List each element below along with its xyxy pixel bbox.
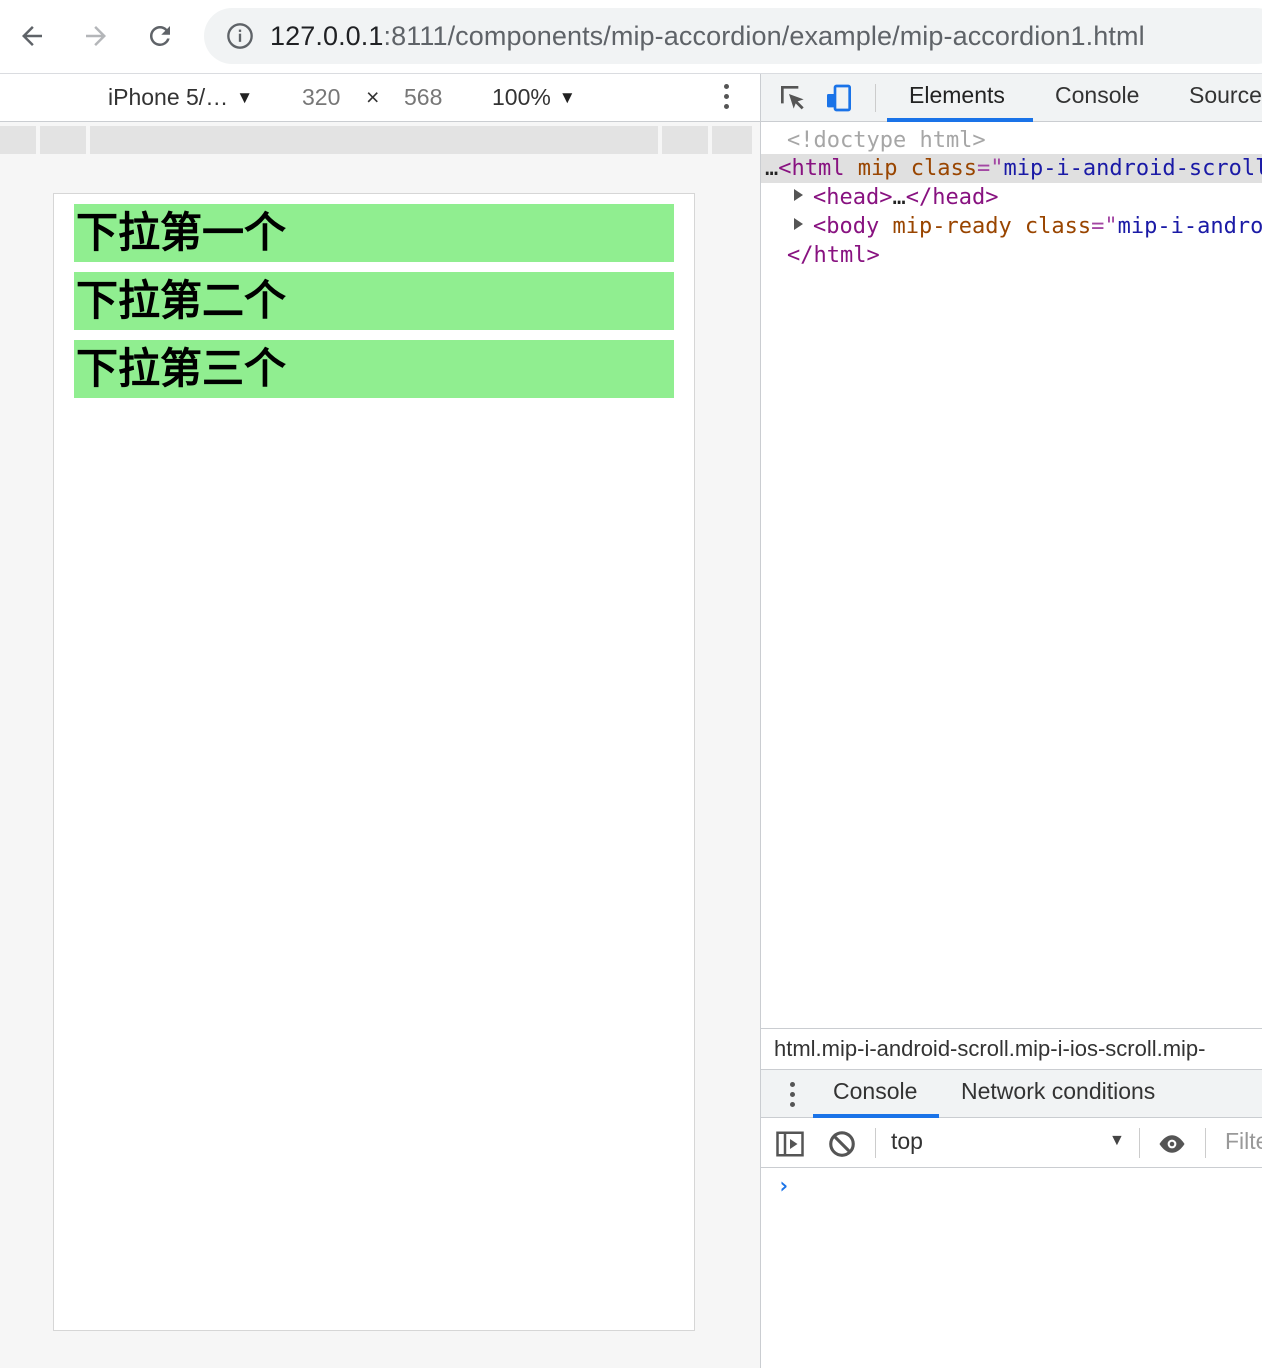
arrow-right-icon <box>86 26 106 46</box>
live-expression-eye-icon[interactable] <box>1157 1129 1187 1159</box>
ruler-segment[interactable] <box>662 126 708 154</box>
device-screen: 下拉第一个 下拉第二个 下拉第三个 <box>53 193 695 1331</box>
html-attr-eq: =" <box>976 156 1004 181</box>
body-attr-class: class <box>1011 214 1092 239</box>
node-ellipsis: … <box>765 156 779 181</box>
toolbar-separator <box>875 84 876 112</box>
width-input[interactable]: 320 <box>302 84 340 111</box>
expand-body-icon[interactable] <box>794 218 803 230</box>
expand-head-icon[interactable] <box>794 189 803 201</box>
inspect-element-icon[interactable] <box>777 82 809 114</box>
url-text: 127.0.0.1:8111/components/mip-accordion/… <box>270 21 1145 52</box>
toolbar-separator <box>1139 1128 1140 1158</box>
height-input[interactable]: 568 <box>404 84 442 111</box>
ruler-segment[interactable] <box>40 126 86 154</box>
console-prompt-icon: › <box>777 1174 791 1199</box>
browser-toolbar: 127.0.0.1:8111/components/mip-accordion/… <box>0 0 1262 74</box>
head-node[interactable]: <head>…</head> <box>813 183 998 212</box>
show-sidebar-icon[interactable] <box>775 1129 805 1159</box>
caret-down-icon: ▼ <box>558 88 576 107</box>
url-path: :8111/components/mip-accordion/example/m… <box>383 20 1145 51</box>
toolbar-separator <box>1205 1128 1206 1158</box>
forward-button[interactable] <box>74 14 118 58</box>
drawer-menu-icon[interactable] <box>790 1082 795 1107</box>
zoom-select[interactable]: 100% ▼ <box>492 84 576 111</box>
back-button[interactable] <box>10 14 54 58</box>
accordion-header-2[interactable]: 下拉第二个 <box>74 272 674 330</box>
more-options-icon[interactable] <box>724 84 729 109</box>
caret-down-icon[interactable]: ▼ <box>1109 1132 1125 1150</box>
reload-icon <box>149 25 170 46</box>
address-bar[interactable]: 127.0.0.1:8111/components/mip-accordion/… <box>204 8 1262 64</box>
breadcrumb-text: html.mip-i-android-scroll.mip-i-ios-scro… <box>774 1036 1206 1061</box>
ruler-segment[interactable] <box>0 126 36 154</box>
reload-button[interactable] <box>138 14 182 58</box>
dom-breadcrumb[interactable]: html.mip-i-android-scroll.mip-i-ios-scro… <box>761 1028 1262 1070</box>
body-attr-eq: =" <box>1091 214 1118 239</box>
device-name: iPhone 5/… <box>108 84 229 110</box>
console-filter-input[interactable]: Filter <box>1225 1128 1262 1155</box>
doctype-node[interactable]: <!doctype html> <box>787 126 986 155</box>
head-close-tag: </head> <box>905 185 999 210</box>
ruler-segment[interactable] <box>712 126 752 154</box>
tab-sources[interactable]: Sources <box>1189 82 1262 109</box>
accordion-header-1[interactable]: 下拉第一个 <box>74 204 674 262</box>
tab-console[interactable]: Console <box>1055 82 1139 109</box>
html-tag-open: <html <box>778 156 845 181</box>
devtools-tab-bar: Elements Console Sources <box>761 74 1262 122</box>
tab-elements[interactable]: Elements <box>909 82 1005 109</box>
devtools-panel: Elements Console Sources <!doctype html>… <box>760 74 1262 1368</box>
console-toolbar: top ▼ Filter <box>761 1118 1262 1168</box>
html-class-value: mip-i-android-scroll <box>1003 156 1262 181</box>
url-host: 127.0.0.1 <box>270 20 384 51</box>
html-attr-class: class <box>897 156 977 181</box>
zoom-value: 100% <box>492 84 551 110</box>
info-icon <box>227 23 253 49</box>
html-node[interactable]: …<html mip class="mip-i-android-scroll <box>761 154 1262 183</box>
body-open-tag: <body <box>813 214 880 239</box>
device-toolbar: iPhone 5/… ▼ 320 × 568 100% ▼ <box>0 74 760 122</box>
clear-console-icon[interactable] <box>827 1129 857 1159</box>
body-node[interactable]: <body mip-ready class="mip-i-android <box>813 212 1262 241</box>
media-query-ruler <box>0 122 760 154</box>
body-attr-mip-ready: mip-ready <box>879 214 1012 239</box>
device-select[interactable]: iPhone 5/… ▼ <box>108 84 253 111</box>
accordion-header-3[interactable]: 下拉第三个 <box>74 340 674 398</box>
ruler-segment[interactable] <box>90 126 658 154</box>
toolbar-separator <box>875 1128 876 1158</box>
html-attr-mip: mip <box>844 156 898 181</box>
console-output[interactable]: › <box>761 1168 1262 1368</box>
caret-down-icon: ▼ <box>236 88 254 107</box>
head-collapsed-dots: … <box>892 185 906 210</box>
arrow-left-icon <box>22 26 42 46</box>
context-select[interactable]: top <box>891 1128 923 1155</box>
emulated-viewport-area: 下拉第一个 下拉第二个 下拉第三个 <box>0 154 760 1368</box>
drawer-tab-bar: Console Network conditions <box>761 1070 1262 1118</box>
dimension-separator: × <box>366 84 380 110</box>
drawer-tab-network-conditions[interactable]: Network conditions <box>961 1078 1155 1105</box>
html-close-node[interactable]: </html> <box>787 241 880 270</box>
elements-tree: <!doctype html> …<html mip class="mip-i-… <box>761 122 1262 1028</box>
head-open-tag: <head> <box>813 185 893 210</box>
drawer-tab-console[interactable]: Console <box>833 1078 917 1105</box>
device-toggle-icon[interactable] <box>823 82 855 114</box>
body-class-value: mip-i-android <box>1117 214 1262 239</box>
